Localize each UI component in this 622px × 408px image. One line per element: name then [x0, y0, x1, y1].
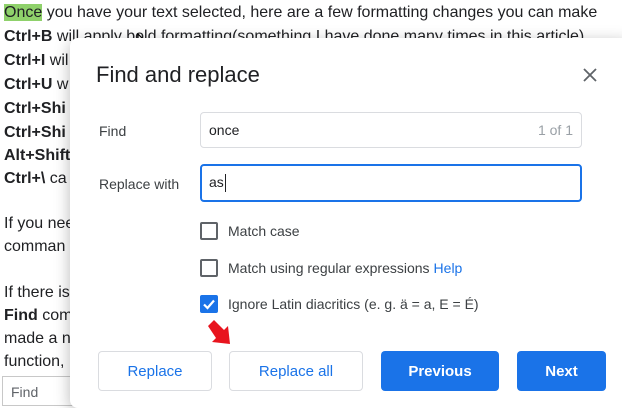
find-label: Find	[99, 123, 127, 139]
text-caret	[224, 174, 226, 193]
regex-label: Match using regular expressions	[228, 260, 430, 276]
doc-line-10: comman	[4, 238, 66, 255]
highlighted-match: Once	[4, 4, 43, 21]
option-match-case[interactable]: Match case	[200, 222, 300, 240]
doc-line-4: Ctrl+U w	[4, 76, 69, 93]
replace-all-button[interactable]: Replace all	[229, 351, 363, 391]
doc-line-11: If there is	[4, 284, 70, 301]
close-button[interactable]	[578, 63, 602, 87]
find-input-value: once	[209, 122, 240, 138]
doc-line-3: Ctrl+I wil	[4, 52, 69, 69]
option-ignore-diacritics[interactable]: Ignore Latin diacritics (e. g. ä = a, E …	[200, 295, 479, 313]
diacritics-checkbox[interactable]	[200, 295, 218, 313]
option-regex[interactable]: Match using regular expressions Help	[200, 259, 462, 277]
doc-line-6: Ctrl+Shi	[4, 124, 66, 141]
match-case-label: Match case	[228, 223, 300, 239]
replace-input[interactable]: as	[200, 164, 582, 202]
doc-line-9: If you nee	[4, 215, 75, 232]
doc-line-7: Alt+Shift	[4, 147, 71, 164]
doc-line-13: made a n	[4, 330, 71, 347]
match-count: 1 of 1	[537, 122, 573, 138]
find-replace-dialog: Find and replace Find once 1 of 1 Replac…	[70, 38, 622, 408]
red-arrow-icon	[208, 320, 230, 344]
diacritics-label: Ignore Latin diacritics (e. g. ä = a, E …	[228, 296, 479, 312]
find-input[interactable]: once 1 of 1	[200, 112, 582, 148]
regex-checkbox[interactable]	[200, 259, 218, 277]
doc-line-5: Ctrl+Shi	[4, 100, 66, 117]
next-button[interactable]: Next	[517, 351, 606, 391]
replace-label: Replace with	[99, 176, 180, 192]
match-case-checkbox[interactable]	[200, 222, 218, 240]
doc-line-8: Ctrl+\ ca	[4, 170, 67, 187]
doc-line-14: function,	[4, 353, 65, 370]
doc-line-12: Find com	[4, 307, 73, 324]
checkmark-icon	[203, 299, 215, 310]
dialog-title: Find and replace	[96, 62, 260, 87]
replace-button[interactable]: Replace	[98, 351, 212, 391]
help-link[interactable]: Help	[434, 260, 463, 276]
doc-line-1: Once you have your text selected, here a…	[4, 4, 598, 21]
replace-input-value: as	[209, 173, 224, 190]
close-icon	[583, 68, 597, 82]
previous-button[interactable]: Previous	[381, 351, 499, 391]
